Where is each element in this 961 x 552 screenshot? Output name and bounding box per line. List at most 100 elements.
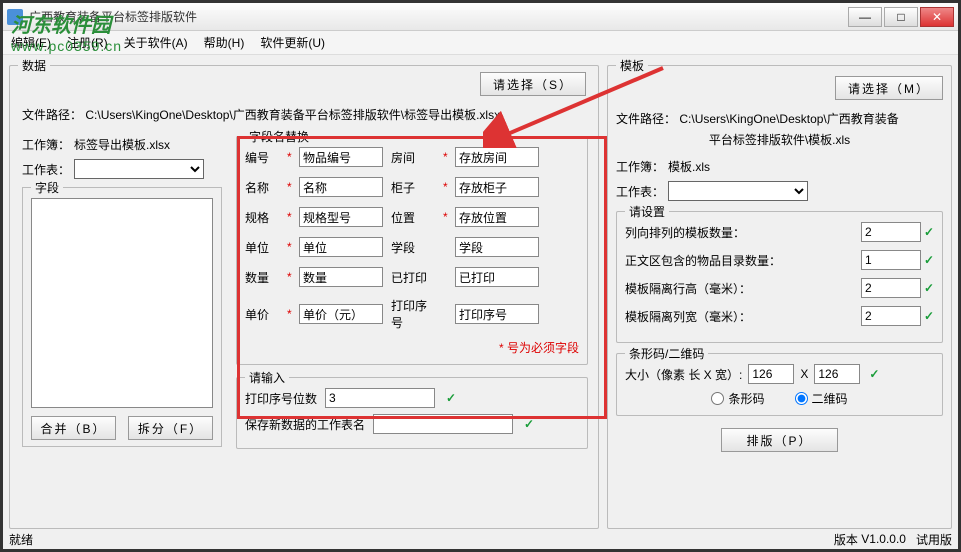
replace-panel: 字段名替换 编号*房间*名称*柜子*规格*位置*单位*学段数量*已打印单价*打印… [236,136,588,365]
check-icon: ✓ [924,225,934,239]
required-star-icon: * [287,150,293,164]
replace-left-input[interactable] [299,207,383,227]
data-worksheet-select[interactable] [74,159,204,179]
replace-left-input[interactable] [299,147,383,167]
replace-right-input[interactable] [455,147,539,167]
data-select-button[interactable]: 请选择（S） [480,72,586,96]
check-icon: ✓ [869,367,879,381]
app-window: 广西教育装备平台标签排版软件 — □ ✕ 编辑(E) 注册(R) 关于软件(A)… [0,0,961,552]
data-file-path: C:\Users\KingOne\Desktop\广西教育装备平台标签排版软件\… [85,108,500,122]
required-star-icon: * [443,150,449,164]
file-path-label: 文件路径： [22,108,82,122]
required-star-icon: * [287,307,293,321]
barcode-panel: 条形码/二维码 大小（像素 长 X 宽）: X ✓ 条形码 二维码 [616,353,943,416]
row-gap-label: 模板隔离行高（毫米）： [625,280,861,297]
menubar: 编辑(E) 注册(R) 关于软件(A) 帮助(H) 软件更新(U) [3,31,958,55]
rows-label: 正文区包含的物品目录数量： [625,252,861,269]
replace-right-input[interactable] [455,304,539,324]
replace-right-input[interactable] [455,267,539,287]
replace-right-input[interactable] [455,237,539,257]
template-panel: 模板 请选择（M） 文件路径： C:\Users\KingOne\Desktop… [607,65,952,529]
menu-register[interactable]: 注册(R) [67,34,108,51]
status-version-label: 版本 [834,531,858,548]
print-seq-digits-input[interactable] [325,388,435,408]
merge-button[interactable]: 合并（B） [31,416,116,440]
replace-left-label: 数量 [245,269,281,286]
barcode-radio-bar-input[interactable] [711,392,724,405]
replace-right-input[interactable] [455,177,539,197]
split-button[interactable]: 拆分（F） [128,416,213,440]
replace-title: 字段名替换 [245,128,313,145]
barcode-size-label: 大小（像素 长 X 宽）: [625,366,742,383]
barcode-radio-bar[interactable]: 条形码 [711,390,764,407]
required-star-icon: * [287,210,293,224]
save-sheet-input[interactable] [373,414,513,434]
template-file-path-label: 文件路径： [616,112,676,126]
required-star-icon: * [287,270,293,284]
maximize-button[interactable]: □ [884,7,918,27]
menu-help[interactable]: 帮助(H) [204,34,245,51]
barcode-w-input[interactable] [748,364,794,384]
data-file-path-row: 文件路径： C:\Users\KingOne\Desktop\广西教育装备平台标… [22,106,586,123]
replace-left-label: 规格 [245,209,281,226]
replace-left-label: 单位 [245,239,281,256]
template-workbook-label: 工作簿： [616,158,664,175]
replace-left-input[interactable] [299,237,383,257]
replace-left-input[interactable] [299,267,383,287]
settings-title: 请设置 [625,203,669,220]
save-sheet-label: 保存新数据的工作表名 [245,416,365,433]
replace-left-input[interactable] [299,304,383,324]
replace-right-label: 学段 [391,239,437,256]
replace-right-label: 已打印 [391,269,437,286]
template-worksheet-select[interactable] [668,181,808,201]
replace-right-label: 打印序号 [391,297,437,331]
barcode-radio-qr[interactable]: 二维码 [795,390,848,407]
statusbar: 就绪 版本 V1.0.0.0 试用版 [9,531,952,547]
window-title: 广西教育装备平台标签排版软件 [29,8,197,25]
barcode-x: X [800,367,808,381]
enter-title: 请输入 [245,369,289,386]
data-panel: 数据 请选择（S） 文件路径： C:\Users\KingOne\Desktop… [9,65,599,529]
required-star-icon: * [287,240,293,254]
replace-left-label: 编号 [245,149,281,166]
required-star-icon: * [443,210,449,224]
menu-update[interactable]: 软件更新(U) [260,34,325,51]
template-worksheet-label: 工作表： [616,183,664,200]
data-workbook: 标签导出模板.xlsx [74,136,170,153]
enter-panel: 请输入 打印序号位数 ✓ 保存新数据的工作表名 ✓ [236,377,588,449]
cols-input[interactable] [861,222,921,242]
required-star-icon: * [287,180,293,194]
print-seq-digits-label: 打印序号位数 [245,390,317,407]
status-version: V1.0.0.0 [861,532,906,546]
close-button[interactable]: ✕ [920,7,954,27]
replace-note: * 号为必须字段 [245,339,579,356]
barcode-title: 条形码/二维码 [625,345,708,362]
layout-button[interactable]: 排版（P） [721,428,837,452]
menu-edit[interactable]: 编辑(E) [11,34,51,51]
template-title: 模板 [616,57,648,74]
settings-panel: 请设置 列向排列的模板数量： ✓ 正文区包含的物品目录数量： ✓ 模板隔离行高（… [616,211,943,343]
fields-box: 字段 合并（B） 拆分（F） [22,187,222,447]
barcode-radio-qr-input[interactable] [795,392,808,405]
fields-list[interactable] [31,198,213,408]
template-file-path-row: 文件路径： C:\Users\KingOne\Desktop\广西教育装备 [616,110,943,127]
replace-right-input[interactable] [455,207,539,227]
barcode-h-input[interactable] [814,364,860,384]
minimize-button[interactable]: — [848,7,882,27]
template-workbook: 模板.xls [668,158,710,175]
replace-left-label: 名称 [245,179,281,196]
titlebar: 广西教育装备平台标签排版软件 — □ ✕ [3,3,958,31]
rows-input[interactable] [861,250,921,270]
check-icon: ✓ [924,253,934,267]
menu-about[interactable]: 关于软件(A) [124,34,188,51]
workbook-label: 工作簿： [22,136,70,153]
check-icon: ✓ [446,391,456,405]
replace-right-label: 房间 [391,149,437,166]
col-gap-input[interactable] [861,306,921,326]
replace-left-input[interactable] [299,177,383,197]
check-icon: ✓ [524,417,534,431]
template-select-button[interactable]: 请选择（M） [835,76,943,100]
row-gap-input[interactable] [861,278,921,298]
template-file-path-1: C:\Users\KingOne\Desktop\广西教育装备 [679,112,898,126]
replace-right-label: 柜子 [391,179,437,196]
